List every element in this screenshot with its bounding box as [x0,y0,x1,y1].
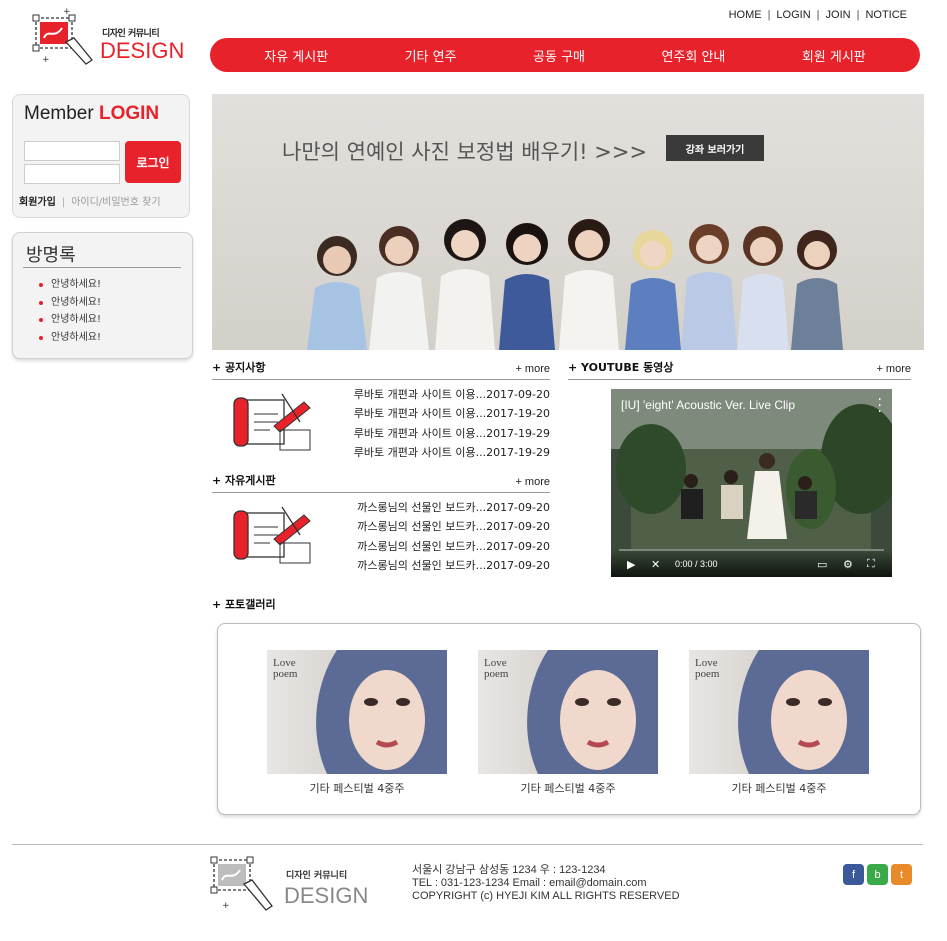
video-progress-bar[interactable] [619,549,884,551]
brand-title: DESIGN [100,38,185,63]
top-links: HOME | LOGIN | JOIN | NOTICE [729,9,907,21]
board-document-icon [233,393,311,451]
main-nav: 자유 게시판 기타 연주 공동 구매 연주회 안내 회원 게시판 [210,38,920,72]
notice-more-link[interactable]: + more [515,363,550,375]
settings-gear-icon[interactable]: ⚙ [843,558,853,571]
notice-item[interactable]: 루바토 개편과 사이트 이용...2017-19-20 [354,404,550,423]
guestbook-title: 방명록 [26,245,76,266]
divider [23,267,181,268]
separator: | [61,197,66,208]
login-link[interactable]: LOGIN [776,9,810,21]
notice-item[interactable]: 루바토 개편과 사이트 이용...2017-09-20 [354,385,550,404]
svg-text:+: + [63,8,71,17]
guestbook-list: 안녕하세요! 안녕하세요! 안녕하세요! 안녕하세요! [39,276,101,346]
site-logo[interactable]: + + 디자인 커뮤니티 DESIGN [30,8,190,72]
gallery-caption[interactable]: 기타 페스티벌 4중주 [267,780,447,796]
guestbook-item[interactable]: 안녕하세요! [39,329,101,347]
footer-logo[interactable]: + 디자인 커뮤니티 DESIGN [208,850,368,916]
login-links: 회원가입 | 아이디/비밀번호 찾기 [19,193,161,208]
footer-divider [12,844,923,845]
signup-link[interactable]: 회원가입 [19,197,56,208]
group-photo-illustration [307,219,843,350]
svg-text:+: + [222,901,230,911]
nav-guitar[interactable]: 기타 연주 [405,46,457,65]
notice-title: + 공지사항 [212,361,266,374]
freeboard-list: 까스롱님의 선물인 보드카...2017-09-20 까스롱님의 선물인 보드카… [357,498,550,575]
login-title: Member LOGIN [24,103,160,124]
mute-icon[interactable]: ✕ [651,558,660,571]
username-input[interactable] [24,141,120,161]
freeboard-more-link[interactable]: + more [515,476,550,488]
gallery-item[interactable]: Love poem 기타 페스티벌 4중주 [689,650,869,796]
twitter-icon[interactable]: t [891,864,912,885]
board-document-icon [233,506,311,564]
footer-copyright: COPYRIGHT (c) HYEJI KIM ALL RIGHTS RESER… [412,890,680,902]
notice-list: 루바토 개편과 사이트 이용...2017-09-20 루바토 개편과 사이트 … [354,385,550,462]
facebook-icon[interactable]: f [843,864,864,885]
separator: | [767,9,771,21]
footer-brand-title: DESIGN [284,883,369,908]
gallery-caption[interactable]: 기타 페스티벌 4중주 [478,780,658,796]
login-panel: Member LOGIN 로그인 회원가입 | 아이디/비밀번호 찾기 [12,94,190,218]
freeboard-item[interactable]: 까스롱님의 선물인 보드카...2017-09-20 [357,517,550,536]
freeboard-header: + 자유게시판 + more [212,473,550,493]
svg-text:+: + [42,55,50,65]
play-icon[interactable]: ▶ [627,558,635,571]
guestbook-item[interactable]: 안녕하세요! [39,276,101,294]
youtube-title: + YOUTUBE 동영상 [568,361,674,374]
password-input[interactable] [24,164,120,184]
join-link[interactable]: JOIN [826,9,851,21]
notice-item[interactable]: 루바토 개편과 사이트 이용...2017-19-29 [354,443,550,462]
gallery-title: + 포토갤러리 [212,598,276,611]
nav-group-buy[interactable]: 공동 구매 [533,46,585,65]
fullscreen-icon[interactable]: ⛶ [867,557,875,571]
footer-info: 서울시 강남구 삼성동 1234 우 : 123-1234 TEL : 031-… [412,864,680,903]
gallery-image[interactable]: Love poem [478,650,658,774]
separator: | [816,9,820,21]
banner-course-button[interactable]: 강좌 보러가기 [666,135,764,161]
nav-concert[interactable]: 연주회 안내 [661,46,725,65]
guestbook-item[interactable]: 안녕하세요! [39,311,101,329]
video-title: [IU] 'eight' Acoustic Ver. Live Clip [621,398,795,412]
gallery-image[interactable]: Love poem [267,650,447,774]
nav-member-board[interactable]: 회원 게시판 [802,46,866,65]
banner-text: 나만의 연예인 사진 보정법 배우기! >>> [282,140,648,164]
gallery-item[interactable]: Love poem 기타 페스티벌 4중주 [478,650,658,796]
notice-header: + 공지사항 + more [212,360,550,380]
home-link[interactable]: HOME [729,9,762,21]
gallery-caption[interactable]: 기타 페스티벌 4중주 [689,780,869,796]
nav-free-board[interactable]: 자유 게시판 [264,46,328,65]
design-tool-icon: + [210,856,273,911]
more-vert-icon[interactable]: · · · [878,393,882,419]
video-time: 0:00 / 3:00 [675,559,718,569]
gallery-item[interactable]: Love poem 기타 페스티벌 4중주 [267,650,447,796]
freeboard-item[interactable]: 까스롱님의 선물인 보드카...2017-09-20 [357,537,550,556]
notice-link[interactable]: NOTICE [865,9,907,21]
notice-item[interactable]: 루바토 개편과 사이트 이용...2017-19-29 [354,424,550,443]
youtube-video-player[interactable]: [IU] 'eight' Acoustic Ver. Live Clip · · ·… [611,389,892,577]
freeboard-item[interactable]: 까스롱님의 선물인 보드카...2017-09-20 [357,556,550,575]
design-tool-icon: + + [32,8,93,65]
blog-icon[interactable]: b [867,864,888,885]
main-banner[interactable]: 나만의 연예인 사진 보정법 배우기! >>> 강좌 보러가기 [212,94,924,350]
footer-brand-subtitle: 디자인 커뮤니티 [286,871,348,881]
portrait-illustration [527,650,658,774]
footer-contact: TEL : 031-123-1234 Email : email@domain.… [412,877,647,889]
subtitles-icon[interactable]: ▭ [817,558,827,571]
separator: | [856,9,860,21]
login-button[interactable]: 로그인 [125,141,181,183]
guestbook-item[interactable]: 안녕하세요! [39,294,101,312]
portrait-illustration [738,650,869,774]
freeboard-title: + 자유게시판 [212,474,276,487]
freeboard-item[interactable]: 까스롱님의 선물인 보드카...2017-09-20 [357,498,550,517]
guestbook-panel: 방명록 안녕하세요! 안녕하세요! 안녕하세요! 안녕하세요! [12,232,193,359]
youtube-more-link[interactable]: + more [876,363,911,375]
youtube-header: + YOUTUBE 동영상 + more [568,360,911,380]
footer-address: 서울시 강남구 삼성동 1234 우 : 123-1234 [412,864,606,876]
gallery-image[interactable]: Love poem [689,650,869,774]
find-account-link[interactable]: 아이디/비밀번호 찾기 [71,197,160,208]
photo-gallery: Love poem 기타 페스티벌 4중주 Love poem 기타 페스티벌 4중… [217,623,921,815]
portrait-illustration [316,650,447,774]
